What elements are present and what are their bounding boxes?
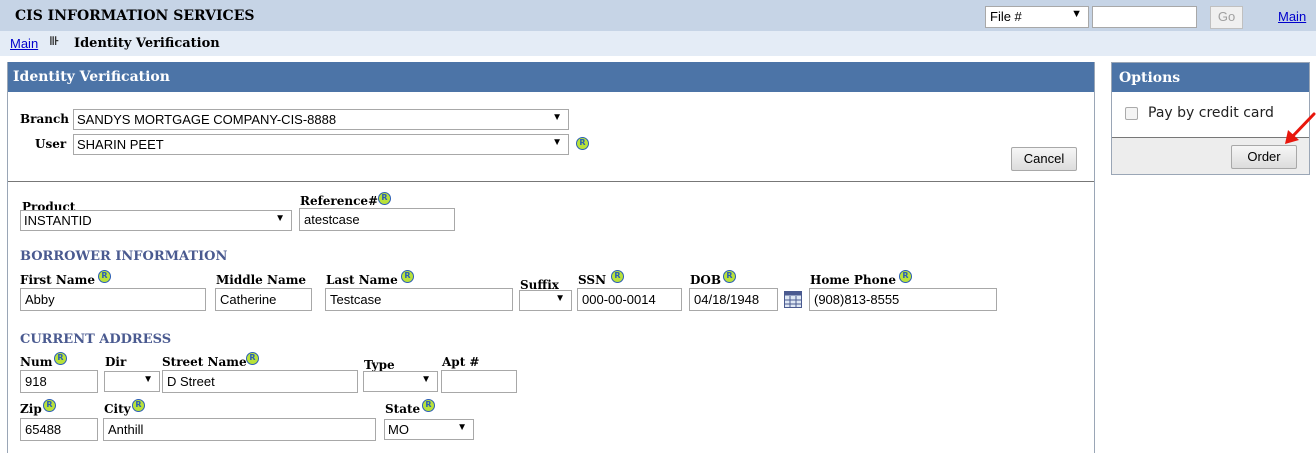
num-input[interactable]: 918: [20, 370, 98, 393]
product-value: INSTANTID: [24, 213, 92, 228]
help-icon[interactable]: R: [723, 270, 736, 283]
branch-select[interactable]: SANDYS MORTGAGE COMPANY-CIS-8888 ▼: [73, 109, 569, 130]
apt-label: Apt #: [442, 355, 480, 369]
last-name-input[interactable]: Testcase: [325, 288, 513, 311]
user-value: SHARIN PEET: [77, 137, 164, 152]
options-panel: Options Pay by credit card Order: [1111, 62, 1310, 175]
options-footer: Order: [1112, 137, 1309, 174]
user-select[interactable]: SHARIN PEET ▼: [73, 134, 569, 155]
city-label: City: [104, 402, 131, 416]
search-type-value: File #: [990, 9, 1022, 24]
apt-input[interactable]: [441, 370, 517, 393]
zip-label: Zip: [20, 402, 42, 416]
help-icon[interactable]: R: [54, 352, 67, 365]
product-select[interactable]: INSTANTID ▼: [20, 210, 292, 231]
pay-by-credit-card-checkbox[interactable]: [1125, 107, 1138, 120]
reference-input[interactable]: atestcase: [299, 208, 455, 231]
calendar-icon[interactable]: [784, 291, 802, 308]
chevron-down-icon: ▼: [1071, 8, 1082, 20]
num-label: Num: [20, 355, 53, 369]
chevron-down-icon: ▼: [552, 137, 562, 148]
panel-title: Identity Verification: [8, 62, 1094, 92]
city-input[interactable]: Anthill: [103, 418, 376, 441]
options-title: Options: [1112, 63, 1309, 92]
dob-label: DOB: [690, 273, 722, 287]
help-icon[interactable]: R: [246, 352, 259, 365]
main-link[interactable]: Main: [1278, 9, 1306, 24]
last-name-label: Last Name: [326, 273, 398, 287]
annotation-arrow-icon: [1285, 112, 1316, 144]
chevron-down-icon: ▼: [555, 293, 565, 304]
breadcrumb-current: Identity Verification: [74, 36, 220, 51]
order-button[interactable]: Order: [1231, 145, 1297, 169]
go-button[interactable]: Go: [1210, 6, 1243, 29]
help-icon[interactable]: R: [43, 399, 56, 412]
divider: [8, 181, 1094, 182]
top-bar: CIS INFORMATION SERVICES File # ▼ Go Mai…: [0, 0, 1316, 31]
street-name-input[interactable]: D Street: [162, 370, 358, 393]
help-icon[interactable]: R: [401, 270, 414, 283]
dob-input[interactable]: 04/18/1948: [689, 288, 778, 311]
help-icon[interactable]: R: [98, 270, 111, 283]
app-title: CIS INFORMATION SERVICES: [15, 8, 255, 24]
first-name-input[interactable]: Abby: [20, 288, 206, 311]
help-icon[interactable]: R: [422, 399, 435, 412]
address-section-title: CURRENT ADDRESS: [20, 332, 172, 347]
chevron-down-icon: ▼: [457, 422, 467, 433]
middle-name-label: Middle Name: [216, 273, 307, 287]
street-name-label: Street Name: [162, 355, 247, 369]
search-input[interactable]: [1092, 6, 1197, 28]
suffix-select[interactable]: ▼: [519, 290, 572, 311]
help-icon[interactable]: R: [378, 192, 391, 205]
breadcrumb-main-link[interactable]: Main: [10, 36, 38, 51]
middle-name-input[interactable]: Catherine: [215, 288, 312, 311]
reference-label: Reference#: [300, 194, 379, 208]
chevron-down-icon: ▼: [275, 213, 285, 224]
ssn-label: SSN: [578, 273, 607, 287]
search-type-select[interactable]: File # ▼: [985, 6, 1089, 28]
pay-by-credit-card-label[interactable]: Pay by credit card: [1148, 105, 1274, 121]
cancel-button[interactable]: Cancel: [1011, 147, 1077, 171]
type-label: Type: [364, 358, 395, 372]
identity-verification-panel: Identity Verification Branch SANDYS MORT…: [7, 62, 1095, 453]
zip-input[interactable]: 65488: [20, 418, 98, 441]
first-name-label: First Name: [20, 273, 95, 287]
borrower-section-title: BORROWER INFORMATION: [20, 249, 228, 264]
options-body: Pay by credit card: [1112, 92, 1309, 137]
type-select[interactable]: ▼: [363, 371, 438, 392]
help-icon[interactable]: R: [899, 270, 912, 283]
branch-value: SANDYS MORTGAGE COMPANY-CIS-8888: [77, 112, 337, 127]
breadcrumb: Main ⊪ Identity Verification: [0, 31, 1316, 56]
chevron-down-icon: ▼: [421, 374, 431, 385]
help-icon[interactable]: R: [576, 137, 589, 150]
state-label: State: [385, 402, 421, 416]
user-label: User: [35, 137, 67, 151]
help-icon[interactable]: R: [611, 270, 624, 283]
branch-label: Branch: [20, 112, 69, 126]
home-phone-input[interactable]: (908)813-8555: [809, 288, 997, 311]
dir-select[interactable]: ▼: [104, 371, 160, 392]
dir-label: Dir: [105, 355, 127, 369]
breadcrumb-separator-icon: ⊪: [49, 34, 60, 48]
chevron-down-icon: ▼: [552, 112, 562, 123]
chevron-down-icon: ▼: [143, 374, 153, 385]
state-value: MO: [388, 422, 409, 437]
state-select[interactable]: MO ▼: [384, 419, 474, 440]
home-phone-label: Home Phone: [810, 273, 896, 287]
ssn-input[interactable]: 000-00-0014: [577, 288, 682, 311]
help-icon[interactable]: R: [132, 399, 145, 412]
